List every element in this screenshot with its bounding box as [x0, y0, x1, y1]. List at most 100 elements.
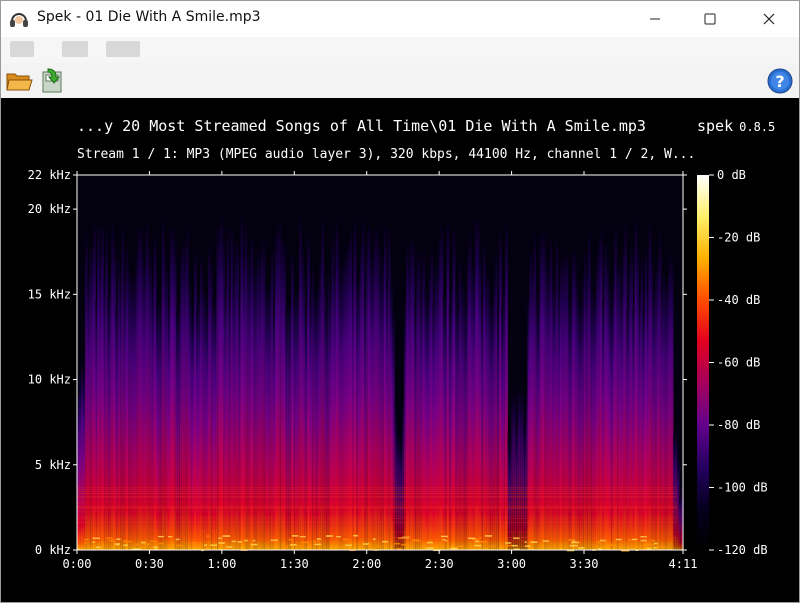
- hot-band: [382, 540, 389, 543]
- hot-band: [578, 547, 585, 549]
- colorbar-label: -80 dB: [717, 418, 760, 432]
- hot-band: [310, 547, 313, 549]
- hot-band: [653, 546, 657, 549]
- x-tick-label: 2:30: [425, 557, 454, 571]
- hot-band: [89, 546, 92, 549]
- x-tick-label: 4:11: [669, 557, 698, 571]
- hot-band: [116, 538, 121, 541]
- hot-band: [345, 544, 352, 547]
- hot-band: [353, 534, 358, 537]
- minimize-button[interactable]: [632, 0, 678, 37]
- hot-band: [530, 541, 538, 543]
- menu-item-blurred[interactable]: [106, 41, 140, 57]
- hot-band: [206, 535, 210, 537]
- hot-band: [450, 547, 458, 550]
- hot-band: [377, 545, 380, 547]
- hot-band: [301, 541, 308, 544]
- hot-band: [343, 538, 349, 541]
- hot-band: [478, 541, 486, 543]
- x-tick-label: 1:00: [207, 557, 236, 571]
- help-button[interactable]: ?: [765, 66, 795, 96]
- hot-band: [505, 542, 512, 544]
- hot-band: [646, 547, 652, 550]
- hot-band: [175, 538, 180, 541]
- hot-band: [123, 544, 129, 547]
- hot-band: [426, 541, 433, 544]
- save-button[interactable]: [37, 66, 67, 96]
- hot-band: [569, 544, 578, 547]
- help-icon: ?: [767, 68, 793, 94]
- hot-band: [476, 546, 479, 549]
- plot-area: [77, 175, 684, 552]
- open-button[interactable]: [4, 66, 34, 96]
- hot-band: [225, 547, 230, 550]
- hot-band: [222, 535, 231, 537]
- hot-band: [281, 546, 288, 549]
- hot-band: [289, 544, 297, 546]
- hot-band: [524, 541, 527, 543]
- save-export-icon: [42, 68, 62, 93]
- hot-band: [316, 538, 321, 540]
- y-tick-label: 22 kHz: [28, 168, 71, 182]
- hot-band: [150, 547, 154, 549]
- hot-band: [394, 542, 400, 545]
- colorbar: 0 dB -20 dB -40 dB -60 dB -80 dB -100 dB -120 …: [697, 168, 768, 557]
- window-title: Spek - 01 Die With A Smile.mp3: [37, 9, 261, 25]
- hot-band: [191, 541, 195, 544]
- x-tick-label: 3:00: [497, 557, 526, 571]
- hot-band: [116, 543, 119, 546]
- hot-band: [470, 546, 475, 549]
- hot-band: [609, 544, 614, 546]
- hot-band: [456, 545, 465, 548]
- y-tick-label: 0 kHz: [35, 543, 71, 557]
- hot-band: [505, 544, 513, 547]
- x-tick-label: 0:00: [63, 557, 92, 571]
- hot-band: [298, 545, 303, 547]
- x-tick-label: 2:00: [352, 557, 381, 571]
- hot-band: [96, 546, 101, 549]
- hot-band: [204, 544, 208, 546]
- hot-band: [631, 538, 638, 541]
- menu-bar: [0, 37, 800, 63]
- x-tick-label: 3:30: [570, 557, 599, 571]
- hot-band: [426, 547, 434, 549]
- colorbar-label: -40 dB: [717, 293, 760, 307]
- menu-item-blurred[interactable]: [62, 41, 88, 57]
- svg-text:?: ?: [775, 72, 784, 91]
- hot-band: [490, 545, 495, 548]
- colorbar-label: -120 dB: [717, 543, 768, 557]
- hot-band: [141, 541, 146, 544]
- maximize-icon: [704, 13, 716, 24]
- hot-band: [84, 541, 87, 544]
- hot-band: [218, 542, 225, 544]
- spectrogram-view[interactable]: ...y 20 Most Streamed Songs of All Time\…: [0, 98, 800, 603]
- hot-band: [474, 544, 482, 547]
- headphones-icon: [8, 8, 30, 30]
- hot-band: [484, 535, 493, 537]
- hot-band: [92, 541, 95, 544]
- x-tick-label: 0:30: [135, 557, 164, 571]
- x-tick-label: 1:30: [280, 557, 309, 571]
- hot-band: [153, 546, 158, 549]
- hot-band: [597, 541, 601, 544]
- y-tick-label: 20 kHz: [28, 202, 71, 216]
- hot-band: [646, 543, 652, 545]
- menu-item-blurred[interactable]: [10, 41, 34, 57]
- title-bar: Spek - 01 Die With A Smile.mp3: [0, 0, 800, 37]
- hot-band: [368, 544, 372, 546]
- close-button[interactable]: [746, 0, 792, 37]
- folder-open-icon: [6, 73, 33, 91]
- close-icon: [763, 13, 775, 24]
- hot-band: [286, 545, 289, 547]
- hot-band: [314, 543, 322, 546]
- hot-band: [570, 541, 579, 544]
- hot-band: [511, 544, 518, 547]
- minimize-icon: [650, 18, 660, 19]
- hot-band: [291, 535, 299, 537]
- colorbar-label: -60 dB: [717, 356, 760, 370]
- maximize-button[interactable]: [687, 0, 733, 37]
- hot-band: [135, 543, 139, 546]
- hot-band: [176, 544, 183, 547]
- hot-band: [401, 543, 407, 546]
- y-tick-label: 10 kHz: [28, 373, 71, 387]
